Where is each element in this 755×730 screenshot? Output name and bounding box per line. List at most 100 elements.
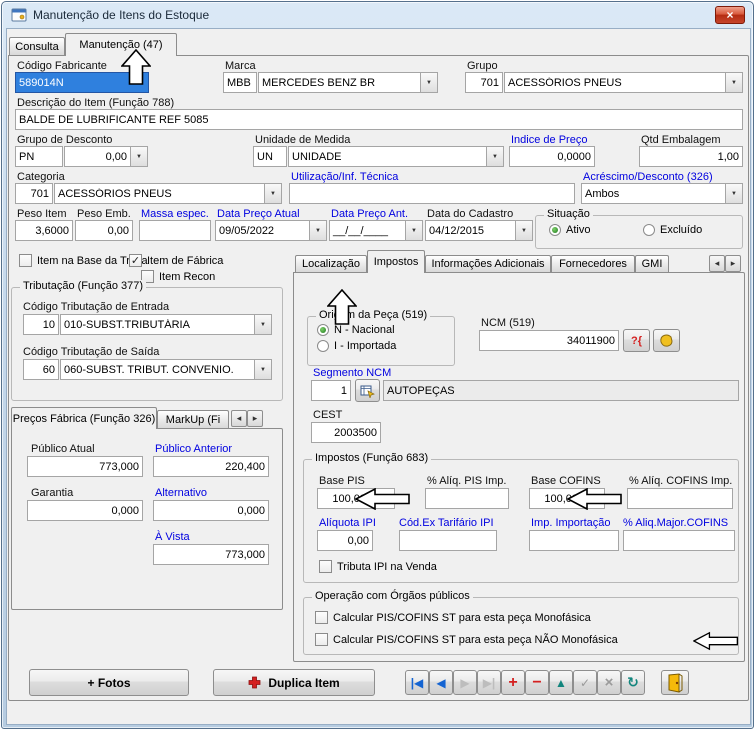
indice-preco-input[interactable] <box>509 146 595 167</box>
precos-tabs-scroll-right[interactable]: ▸ <box>247 410 263 427</box>
ncm-query-button[interactable]: ?{ <box>623 329 650 352</box>
tributacao-entrada-combo[interactable]: 010-SUBST.TRIBUTÁRIA ▼ <box>60 314 272 335</box>
nav-next-button[interactable]: ▶ <box>453 670 477 695</box>
alternativo-input[interactable] <box>153 500 269 521</box>
cest-input[interactable] <box>311 422 381 443</box>
unidade-combo[interactable]: UNIDADE ▼ <box>288 146 504 167</box>
unidade-code-input[interactable] <box>253 146 287 167</box>
aliq-pis-input[interactable] <box>425 488 509 509</box>
cod-ex-tarifario-input[interactable] <box>399 530 497 551</box>
radio-ativo[interactable]: Ativo <box>549 224 590 236</box>
tab-consulta[interactable]: Consulta <box>9 37 65 55</box>
utilizacao-label[interactable]: Utilização/Inf. Técnica <box>291 171 398 183</box>
grupo-combo[interactable]: ACESSÓRIOS PNEUS ▼ <box>504 72 743 93</box>
tab-informacoes-adicionais[interactable]: Informações Adicionais <box>425 255 551 272</box>
tributacao-saida-combo[interactable]: 060-SUBST. TRIBUT. CONVENIO. ▼ <box>60 359 272 380</box>
chevron-down-icon: ▼ <box>264 184 281 203</box>
qtd-embalagem-input[interactable] <box>639 146 743 167</box>
grupo-desconto-code-input[interactable] <box>15 146 63 167</box>
garantia-input[interactable] <box>27 500 143 521</box>
nav-post-button[interactable]: ✓ <box>573 670 597 695</box>
imp-importacao-label[interactable]: Imp. Importação <box>531 517 610 529</box>
checkbox-label: Item Recon <box>159 271 215 283</box>
checkbox-pis-cofins-monofasica[interactable]: Calcular PIS/COFINS ST para esta peça Mo… <box>315 611 591 624</box>
segmento-ncm-label[interactable]: Segmento NCM <box>313 367 391 379</box>
aliquota-ipi-input[interactable] <box>317 530 373 551</box>
tab-markup[interactable]: MarkUp (Fi <box>157 410 229 428</box>
tributacao-caption: Tributação (Função 377) <box>20 280 146 292</box>
close-button[interactable]: × <box>715 6 745 24</box>
segmento-code-input[interactable] <box>311 380 351 401</box>
fotos-button[interactable]: + Fotos <box>29 669 189 696</box>
ncm-help-button[interactable] <box>653 329 680 352</box>
nav-edit-button[interactable]: ▲ <box>549 670 573 695</box>
massa-espec-input[interactable] <box>139 220 211 241</box>
nav-first-button[interactable]: |◀ <box>405 670 429 695</box>
tab-precos-fabrica[interactable]: Preços Fábrica (Função 326) <box>11 407 157 429</box>
data-cadastro-picker[interactable]: 04/12/2015 ▼ <box>425 220 533 241</box>
tab-precos-label: Preços Fábrica (Função 326) <box>13 413 155 425</box>
data-preco-ant-label[interactable]: Data Preço Ant. <box>331 208 408 220</box>
categoria-combo[interactable]: ACESSÓRIOS PNEUS ▼ <box>54 183 282 204</box>
segmento-lookup-button[interactable] <box>355 379 380 402</box>
nav-refresh-button[interactable]: ↻ <box>621 670 645 695</box>
duplica-item-button[interactable]: Duplica Item <box>213 669 375 696</box>
checkbox-item-recon[interactable]: Item Recon <box>141 270 215 283</box>
nav-cancel-button[interactable]: × <box>597 670 621 695</box>
dialog-body: Consulta Manutenção (47) Código Fabrican… <box>6 28 751 725</box>
cod-ex-tarifario-label[interactable]: Cód.Ex Tarifário IPI <box>399 517 494 529</box>
publico-atual-label: Público Atual <box>31 443 95 455</box>
imp-importacao-input[interactable] <box>529 530 619 551</box>
peso-emb-input[interactable] <box>75 220 133 241</box>
tab-fornecedores[interactable]: Fornecedores <box>551 255 635 272</box>
nav-last-button[interactable]: ▶| <box>477 670 501 695</box>
tab-impostos[interactable]: Impostos <box>367 250 425 273</box>
tab-localizacao[interactable]: Localização <box>295 255 367 272</box>
radio-excluido[interactable]: Excluído <box>643 224 702 236</box>
grupo-desconto-combo[interactable]: 0,00 ▼ <box>64 146 148 167</box>
acrescimo-desconto-combo[interactable]: Ambos ▼ <box>581 183 743 204</box>
marca-combo[interactable]: MERCEDES BENZ BR ▼ <box>258 72 438 93</box>
aliq-major-cofins-label[interactable]: % Aliq.Major.COFINS <box>623 517 728 529</box>
indice-preco-label[interactable]: Indice de Preço <box>511 134 587 146</box>
acrescimo-desconto-label[interactable]: Acréscimo/Desconto (326) <box>583 171 713 183</box>
grupo-desconto-label: Grupo de Desconto <box>17 134 112 146</box>
peso-item-input[interactable] <box>15 220 73 241</box>
publico-anterior-label[interactable]: Público Anterior <box>155 443 232 455</box>
nav-insert-button[interactable]: + <box>501 670 525 695</box>
aliq-cofins-input[interactable] <box>627 488 733 509</box>
aliq-major-cofins-input[interactable] <box>623 530 735 551</box>
grupo-code-input[interactable] <box>465 72 503 93</box>
marca-code-input[interactable] <box>223 72 257 93</box>
checkbox-tributa-ipi[interactable]: Tributa IPI na Venda <box>319 560 437 573</box>
publico-atual-input[interactable] <box>27 456 143 477</box>
aliquota-ipi-label[interactable]: Alíquota IPI <box>319 517 376 529</box>
tab-gmi[interactable]: GMI <box>635 255 669 272</box>
descricao-input[interactable] <box>15 109 743 130</box>
a-vista-input[interactable] <box>153 544 269 565</box>
data-preco-atual-label[interactable]: Data Preço Atual <box>217 208 300 220</box>
tributacao-saida-code-input[interactable] <box>23 359 59 380</box>
data-preco-atual-picker[interactable]: 09/05/2022 ▼ <box>215 220 327 241</box>
nav-prior-button[interactable]: ◀ <box>429 670 453 695</box>
qtd-embalagem-label: Qtd Embalagem <box>641 134 720 146</box>
checkbox-label: Tributa IPI na Venda <box>337 561 437 573</box>
inner-tabs-scroll-right[interactable]: ▸ <box>725 255 741 272</box>
data-preco-ant-picker[interactable]: __/__/____ ▼ <box>329 220 423 241</box>
utilizacao-input[interactable] <box>289 183 575 204</box>
categoria-code-input[interactable] <box>15 183 53 204</box>
radio-importada[interactable]: I - Importada <box>317 340 396 352</box>
grupo-label: Grupo <box>467 60 498 72</box>
checkbox-item-fabrica[interactable]: ✓Item de Fábrica <box>129 254 223 267</box>
tributacao-entrada-code-input[interactable] <box>23 314 59 335</box>
publico-anterior-input[interactable] <box>153 456 269 477</box>
checkbox-pis-cofins-nao-monofasica[interactable]: Calcular PIS/COFINS ST para esta peça NÃ… <box>315 633 618 646</box>
inner-tabs-scroll-left[interactable]: ◂ <box>709 255 725 272</box>
exit-button[interactable] <box>661 670 689 695</box>
massa-espec-label[interactable]: Massa espec. <box>141 208 209 220</box>
nav-delete-button[interactable]: − <box>525 670 549 695</box>
ncm-input[interactable] <box>479 330 619 351</box>
alternativo-label[interactable]: Alternativo <box>155 487 207 499</box>
precos-tabs-scroll-left[interactable]: ◂ <box>231 410 247 427</box>
fotos-button-label: + Fotos <box>87 676 130 690</box>
